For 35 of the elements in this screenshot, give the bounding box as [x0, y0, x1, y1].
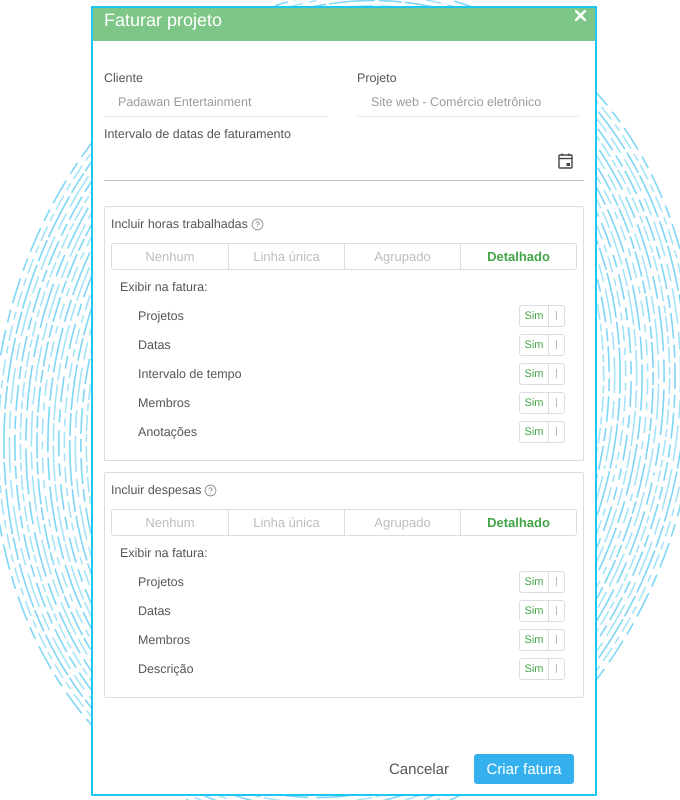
field-label: Intervalo de datas de faturamento — [104, 126, 292, 142]
option-label: Membros — [138, 632, 190, 646]
toggle-switch[interactable]: Sim — [519, 362, 565, 384]
close-icon — [575, 10, 586, 21]
option-label: Descrição — [138, 662, 194, 676]
toggle-switch[interactable]: Sim — [519, 600, 565, 622]
cancel-button[interactable]: Cancelar — [388, 760, 449, 778]
section-title: Incluir despesas — [111, 482, 202, 498]
toggle-switch[interactable]: Sim — [519, 570, 565, 592]
help-icon[interactable] — [250, 218, 264, 230]
option-label: Projetos — [138, 574, 184, 588]
option-label: Projetos — [138, 308, 184, 322]
close-button[interactable] — [575, 10, 586, 21]
option-label: Intervalo de tempo — [138, 366, 242, 380]
option-label: Datas — [138, 604, 171, 618]
show-label: Exibir na fatura: — [120, 545, 209, 561]
create-invoice-button[interactable]: Criar fatura — [474, 754, 574, 784]
option-label: Datas — [138, 338, 171, 352]
show-label: Exibir na fatura: — [120, 279, 209, 295]
section-title: Incluir horas trabalhadas — [111, 216, 248, 232]
field-label: Projeto — [357, 70, 398, 86]
toggle-switch[interactable]: Sim — [519, 392, 565, 414]
toggle-switch[interactable]: Sim — [519, 658, 565, 680]
option-label: Membros — [138, 396, 190, 410]
option-label: Anotações — [138, 424, 198, 438]
toggle-switch[interactable]: Sim — [519, 304, 565, 326]
dialog-title: Faturar projeto — [104, 9, 222, 31]
calendar-icon — [558, 153, 573, 169]
segment-tab[interactable]: Detalhado — [460, 244, 576, 269]
toggle-switch[interactable]: Sim — [519, 628, 565, 650]
field-label: Cliente — [104, 70, 144, 86]
help-icon[interactable] — [204, 484, 218, 496]
segment-tab[interactable]: Detalhado — [460, 510, 576, 535]
toggle-switch[interactable]: Sim — [519, 334, 565, 356]
toggle-switch[interactable]: Sim — [519, 420, 565, 442]
